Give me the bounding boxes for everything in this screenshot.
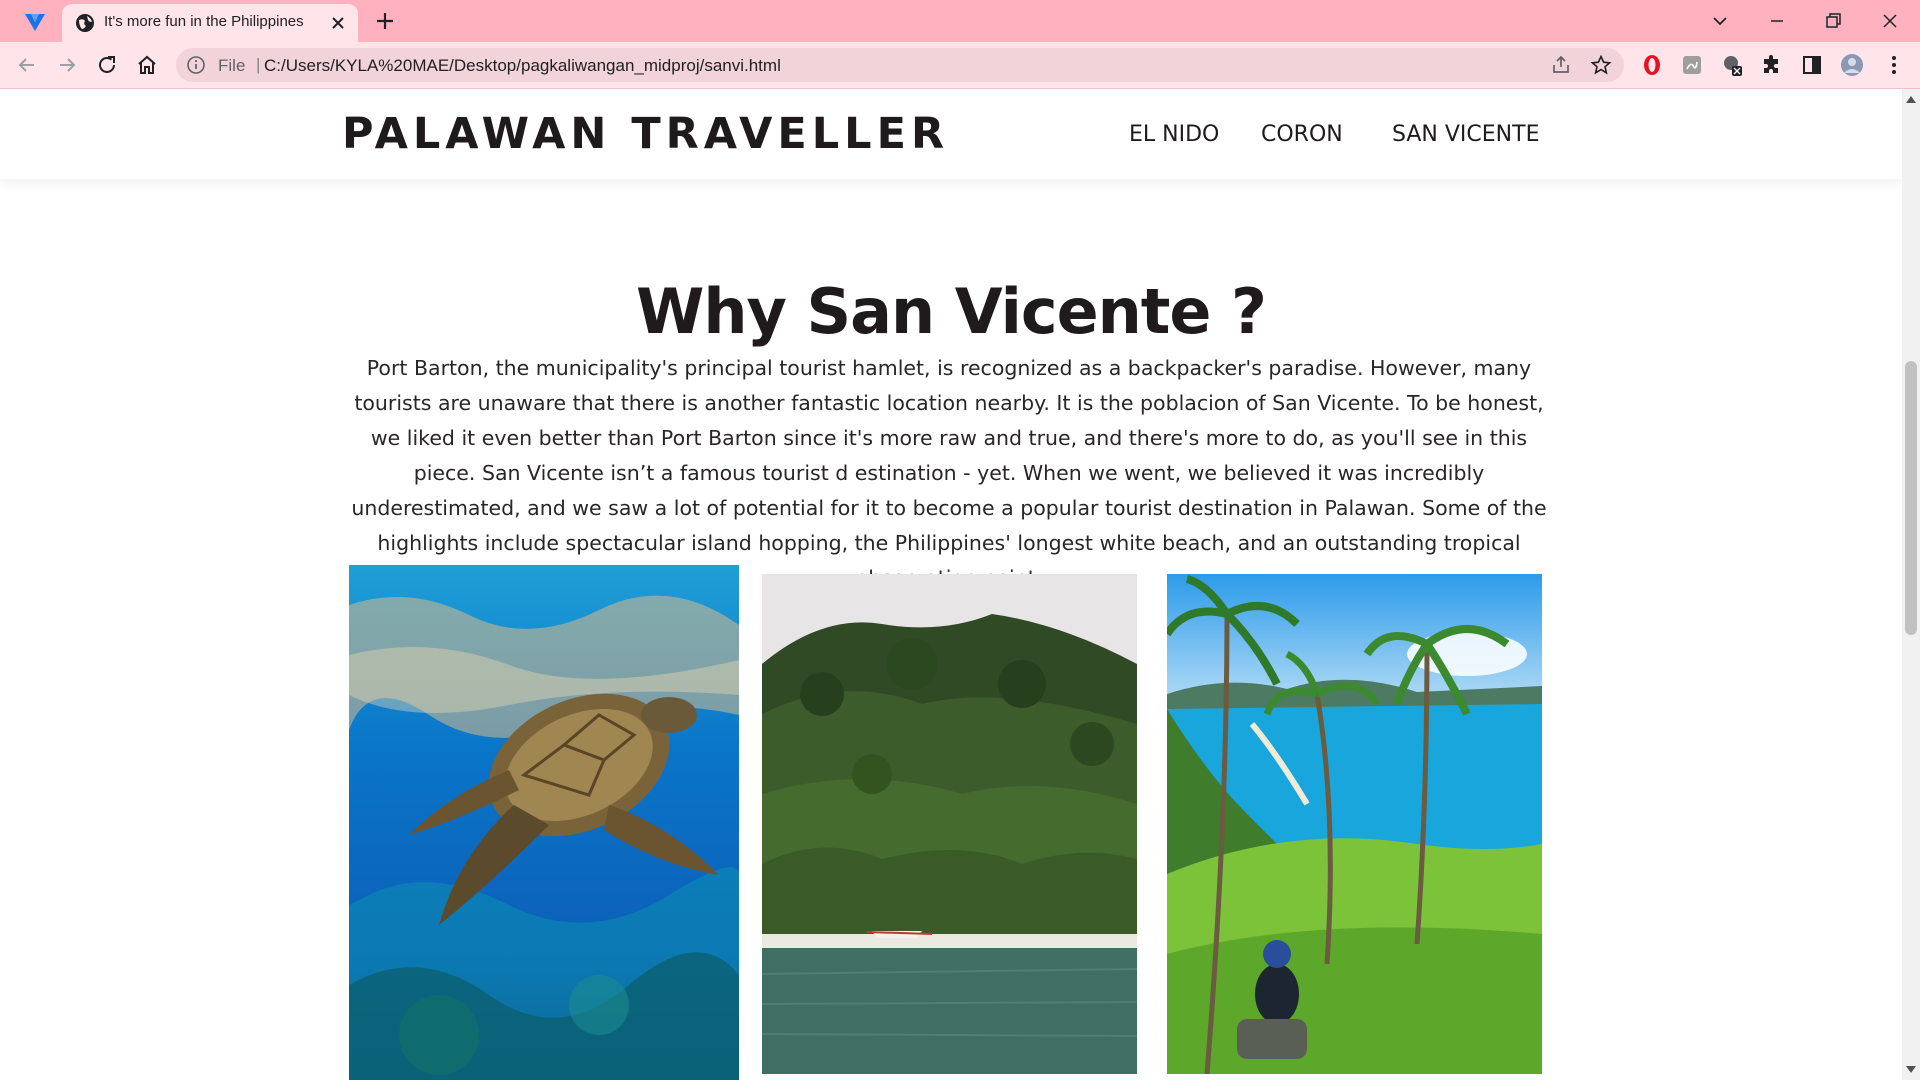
address-scheme: File bbox=[218, 56, 246, 75]
opera-extension-icon[interactable] bbox=[1640, 53, 1664, 77]
tab-search-chevron-icon[interactable] bbox=[1707, 8, 1733, 34]
reload-icon[interactable] bbox=[95, 53, 119, 77]
close-tab-icon[interactable] bbox=[328, 13, 348, 33]
intro-paragraph: Port Barton, the municipality's principa… bbox=[351, 356, 1547, 590]
tab-title: It's more fun in the Philippines bbox=[104, 13, 304, 30]
scrollbar-thumb[interactable] bbox=[1905, 361, 1917, 635]
scroll-up-arrow-icon[interactable] bbox=[1906, 95, 1916, 103]
tab-search-logo-icon[interactable] bbox=[22, 9, 48, 35]
restore-icon[interactable] bbox=[1820, 8, 1846, 34]
side-panel-icon[interactable] bbox=[1800, 53, 1824, 77]
address-url[interactable]: C:/Users/KYLA%20MAE/Desktop/pagkaliwanga… bbox=[264, 56, 781, 76]
active-tab[interactable]: It's more fun in the Philippines bbox=[62, 4, 358, 42]
nav-link-san-vicente[interactable]: SAN VICENTE bbox=[1392, 122, 1539, 147]
menu-icon[interactable] bbox=[1882, 53, 1906, 77]
page-scrollbar[interactable] bbox=[1902, 89, 1920, 1080]
info-icon[interactable] bbox=[186, 55, 206, 75]
nav-link-coron[interactable]: CORON bbox=[1261, 122, 1343, 147]
home-icon[interactable] bbox=[135, 53, 159, 77]
share-icon[interactable] bbox=[1550, 54, 1572, 76]
site-header: PALAWAN TRAVELLER EL NIDO CORON SAN VICE… bbox=[0, 89, 1902, 179]
address-separator: | bbox=[256, 55, 261, 74]
tab-strip: It's more fun in the Philippines bbox=[0, 0, 1920, 42]
forest-beach-photo bbox=[762, 574, 1137, 1074]
close-window-icon[interactable] bbox=[1877, 8, 1903, 34]
back-icon[interactable] bbox=[15, 53, 39, 77]
minimize-icon[interactable] bbox=[1764, 8, 1790, 34]
extensions-icon[interactable] bbox=[1760, 53, 1784, 77]
palm-hill-view-photo bbox=[1167, 574, 1542, 1074]
site-brand[interactable]: PALAWAN TRAVELLER bbox=[342, 109, 949, 159]
profile-avatar[interactable] bbox=[1840, 53, 1864, 77]
globe-icon bbox=[76, 14, 94, 32]
new-tab-icon[interactable] bbox=[374, 10, 396, 32]
page-viewport: PALAWAN TRAVELLER EL NIDO CORON SAN VICE… bbox=[0, 89, 1902, 1080]
pdf-extension-icon[interactable] bbox=[1680, 53, 1704, 77]
star-icon[interactable] bbox=[1590, 54, 1612, 76]
forward-icon[interactable] bbox=[55, 53, 79, 77]
address-bar[interactable]: File | C:/Users/KYLA%20MAE/Desktop/pagka… bbox=[176, 48, 1624, 82]
sea-turtle-photo bbox=[349, 565, 739, 1080]
scroll-down-arrow-icon[interactable] bbox=[1906, 1066, 1916, 1074]
nav-link-el-nido[interactable]: EL NIDO bbox=[1129, 122, 1219, 147]
page-heading: Why San Vicente ? bbox=[635, 275, 1267, 348]
browser-toolbar: File | C:/Users/KYLA%20MAE/Desktop/pagka… bbox=[0, 42, 1920, 89]
translate-extension-icon[interactable] bbox=[1720, 53, 1744, 77]
